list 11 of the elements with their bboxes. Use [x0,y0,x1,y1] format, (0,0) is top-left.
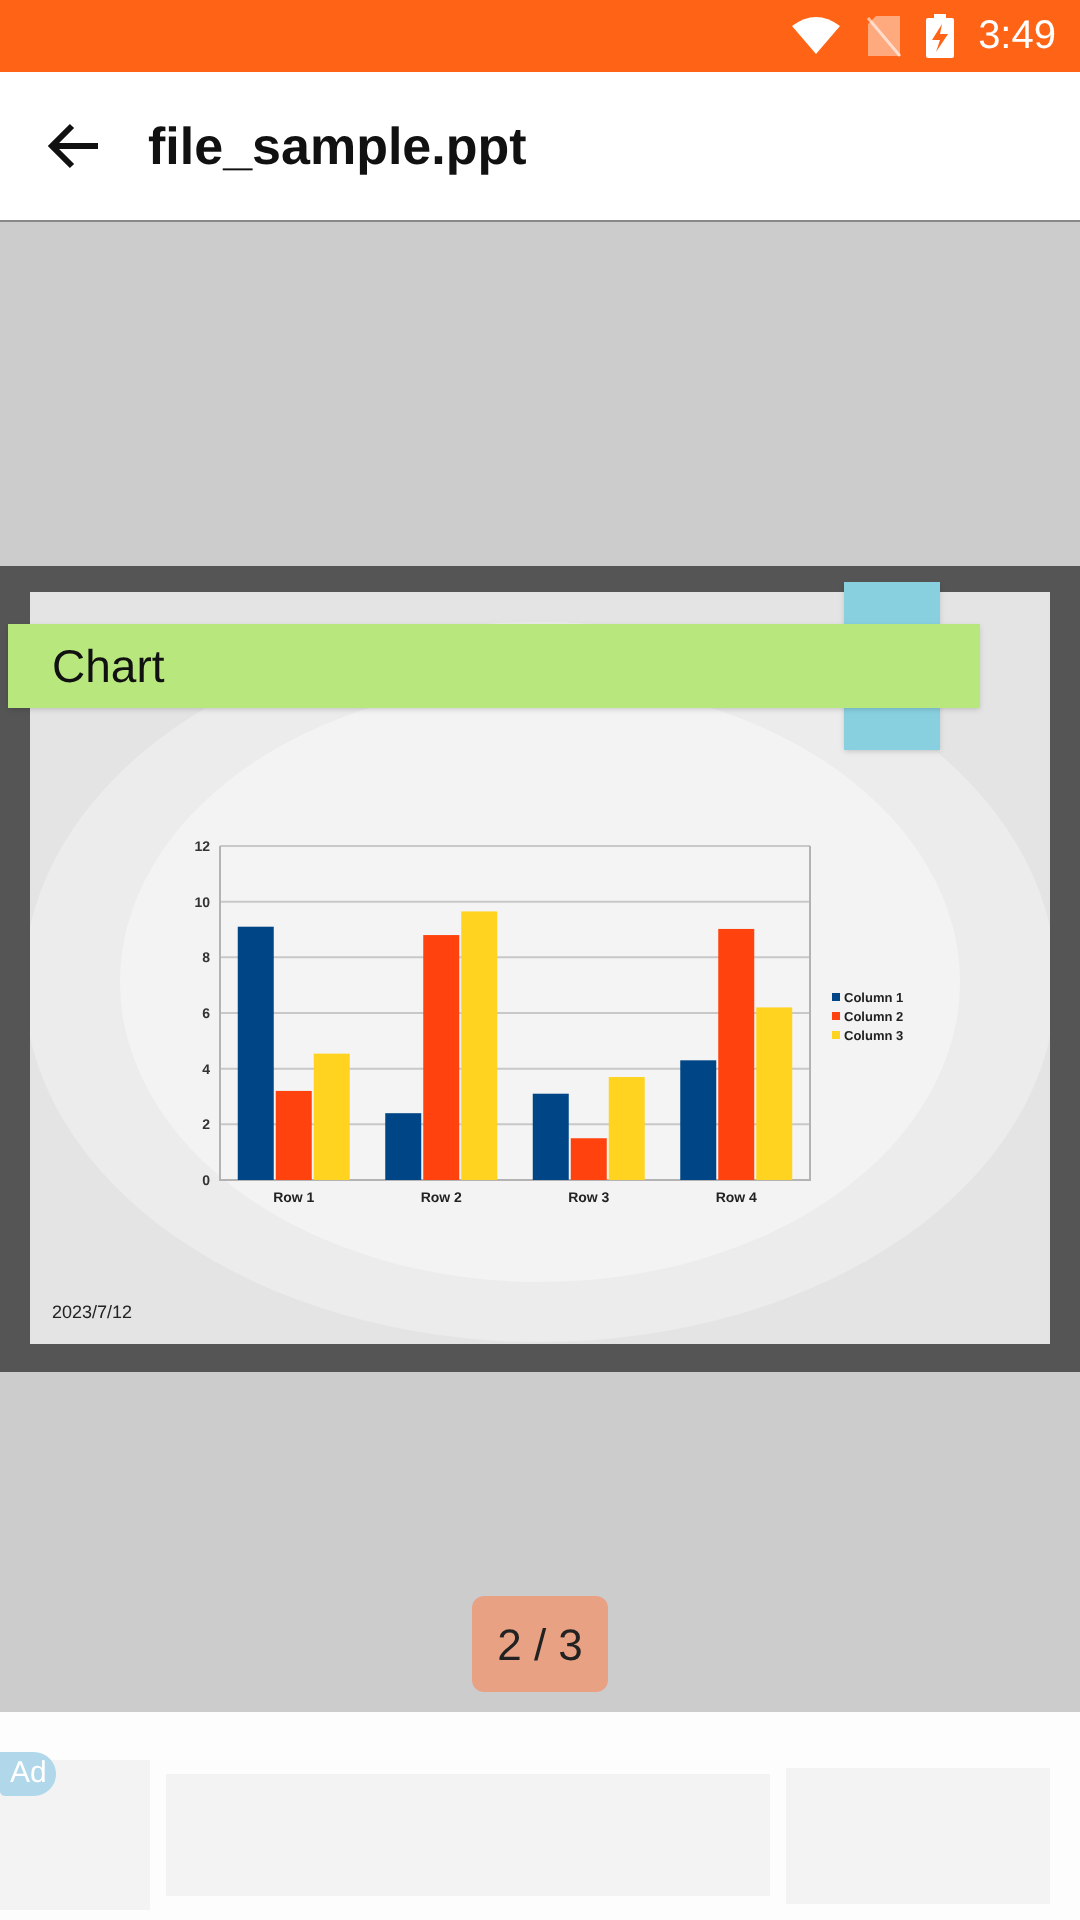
slide-date: 2023/7/12 [52,1300,133,1326]
back-arrow-icon [46,122,102,170]
wifi-icon [790,16,843,56]
bar [313,1053,350,1180]
no-sim-icon [866,14,903,58]
slide-title: Chart [52,637,165,696]
ad-badge: Ad [0,1752,57,1796]
file-title: file_sample.ppt [148,113,527,179]
clock-time: 3:49 [978,12,1056,62]
battery-charging-icon [926,14,955,58]
page-indicator: 2 / 3 [472,1596,608,1692]
